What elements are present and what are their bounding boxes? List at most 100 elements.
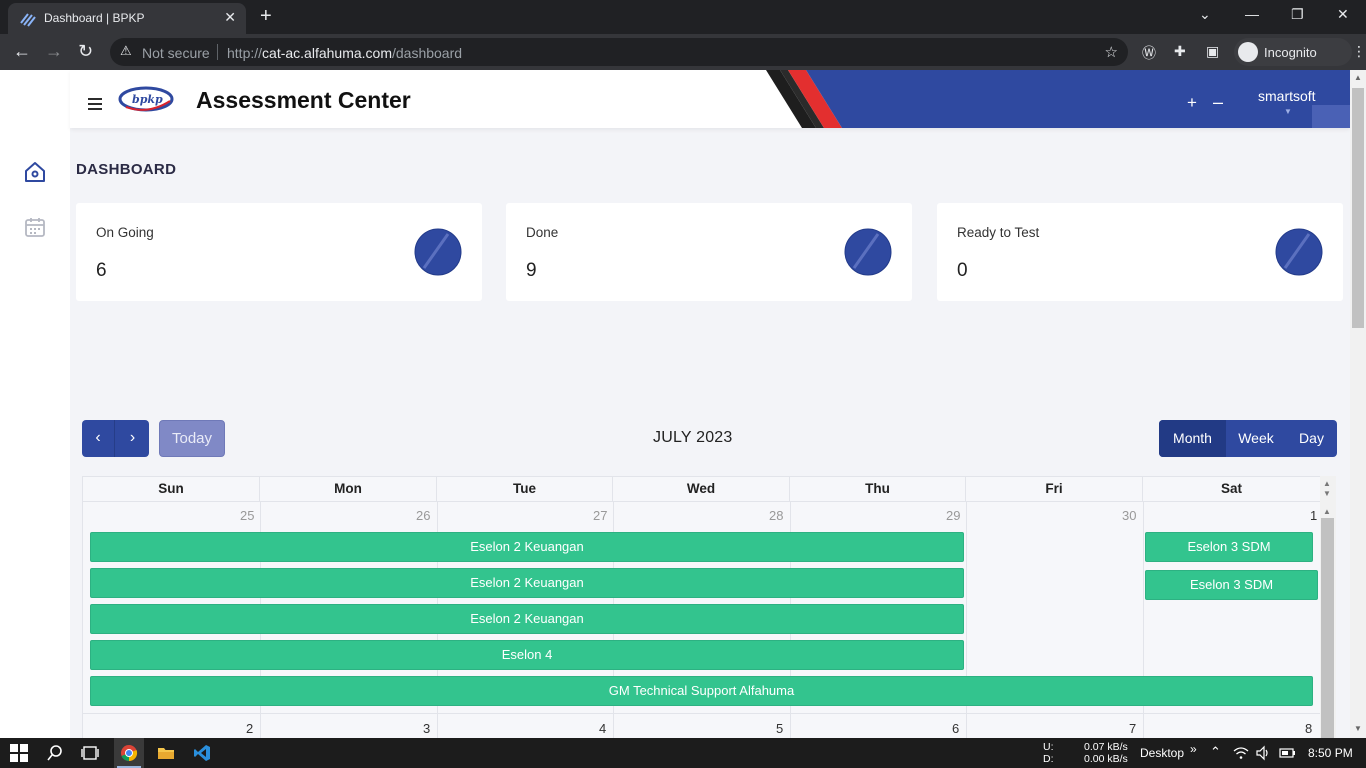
- home-icon[interactable]: [23, 160, 47, 184]
- bpkp-favicon-icon: [20, 13, 36, 27]
- extensions-puzzle-icon[interactable]: ✚: [1174, 43, 1186, 60]
- user-menu[interactable]: smartsoft: [1258, 88, 1316, 104]
- date-cell[interactable]: 29: [946, 508, 960, 523]
- scroll-up-icon[interactable]: ▲: [1323, 479, 1331, 488]
- calendar-scrollbar[interactable]: ▲ ▼ ▲: [1320, 476, 1336, 738]
- calendar-event[interactable]: Eselon 3 SDM: [1145, 532, 1313, 562]
- minimize-icon[interactable]: —: [1245, 6, 1259, 22]
- browser-toolbar: ← → ↻ ⚠ Not secure http://cat-ac.alfahum…: [0, 34, 1366, 70]
- tab-search-icon[interactable]: ⌄: [1199, 6, 1211, 23]
- bpkp-logo: bpkp: [118, 86, 174, 112]
- date-cell[interactable]: 1: [1310, 508, 1317, 523]
- toolbar-overflow-icon[interactable]: »: [1190, 742, 1197, 756]
- week-divider: [83, 713, 1321, 714]
- search-icon[interactable]: [46, 744, 64, 762]
- url-text[interactable]: http://cat-ac.alfahuma.com/dashboard: [227, 45, 462, 61]
- show-hidden-icons-icon[interactable]: ⌃: [1210, 744, 1221, 760]
- net-down-label: D:: [1043, 753, 1054, 765]
- calendar-title: JULY 2023: [653, 429, 733, 446]
- scroll-up-icon[interactable]: ▲: [1323, 507, 1331, 516]
- address-bar[interactable]: ⚠ Not secure http://cat-ac.alfahuma.com/…: [110, 38, 1128, 66]
- scroll-down-icon[interactable]: ▼: [1354, 724, 1362, 733]
- menu-toggle-icon[interactable]: [88, 98, 102, 110]
- date-cell[interactable]: 3: [423, 721, 430, 736]
- address-divider: [217, 44, 218, 60]
- volume-icon[interactable]: [1255, 745, 1271, 761]
- date-cell[interactable]: 2: [246, 721, 253, 736]
- day-header-sun: Sun: [83, 477, 260, 502]
- view-week-button[interactable]: Week: [1226, 420, 1286, 457]
- date-cell[interactable]: 8: [1305, 721, 1312, 736]
- bookmark-star-icon[interactable]: ☆: [1105, 43, 1118, 61]
- chrome-icon[interactable]: [120, 744, 138, 762]
- page-scrollbar[interactable]: ▲ ▼: [1350, 70, 1366, 738]
- date-cell[interactable]: 25: [240, 508, 254, 523]
- task-view-icon[interactable]: [81, 744, 99, 762]
- calendar-event[interactable]: Eselon 2 Keuangan: [90, 604, 964, 634]
- side-panel-icon[interactable]: ▣: [1206, 43, 1219, 60]
- today-button[interactable]: Today: [159, 420, 225, 457]
- scroll-up-icon[interactable]: ▲: [1354, 73, 1362, 82]
- prev-month-button[interactable]: ‹: [82, 420, 115, 457]
- calendar-nav-group: ‹ ›: [82, 420, 149, 457]
- view-switcher: Month Week Day: [1159, 420, 1337, 457]
- url-host: cat-ac.alfahuma.com: [262, 45, 392, 61]
- wifi-icon[interactable]: [1233, 745, 1249, 761]
- incognito-label: Incognito: [1264, 45, 1317, 60]
- net-labels: U: D:: [1043, 741, 1054, 765]
- warning-icon[interactable]: ⚠: [120, 43, 132, 59]
- url-path: /dashboard: [391, 45, 463, 61]
- zoom-in-button[interactable]: +: [1187, 93, 1197, 113]
- calendar-icon[interactable]: [24, 216, 46, 238]
- calendar-event[interactable]: GM Technical Support Alfahuma: [90, 676, 1313, 706]
- windows-start-icon[interactable]: [10, 744, 28, 762]
- date-cell[interactable]: 28: [769, 508, 783, 523]
- date-cell[interactable]: 26: [416, 508, 430, 523]
- date-cell[interactable]: 5: [776, 721, 783, 736]
- date-cell[interactable]: 4: [599, 721, 606, 736]
- forward-icon[interactable]: →: [45, 41, 63, 62]
- date-cell[interactable]: 7: [1129, 721, 1136, 736]
- browser-menu-icon[interactable]: ⋮: [1352, 43, 1366, 60]
- user-panel-toggle[interactable]: [1312, 105, 1350, 128]
- calendar-event[interactable]: Eselon 4: [90, 640, 964, 670]
- back-icon[interactable]: ←: [13, 41, 31, 62]
- vscode-icon[interactable]: [193, 744, 211, 762]
- zoom-out-button[interactable]: –: [1213, 92, 1223, 113]
- view-month-button[interactable]: Month: [1159, 420, 1226, 457]
- browser-tab[interactable]: Dashboard | BPKP ✕: [8, 3, 246, 34]
- stat-card-ongoing: On Going 6: [76, 203, 482, 301]
- desktop-toolbar[interactable]: Desktop: [1140, 746, 1184, 760]
- date-cell[interactable]: 27: [593, 508, 607, 523]
- calendar-event[interactable]: Eselon 3 SDM: [1145, 570, 1318, 600]
- logo-text: bpkp: [132, 93, 163, 106]
- scrollbar-thumb[interactable]: [1321, 518, 1334, 738]
- day-header-wed: Wed: [613, 477, 790, 502]
- browser-tab-strip: Dashboard | BPKP ✕ + ⌄ — ❐ ✕: [0, 0, 1366, 34]
- date-cell[interactable]: 30: [1122, 508, 1136, 523]
- clock[interactable]: 8:50 PM: [1308, 746, 1353, 760]
- security-label[interactable]: Not secure: [142, 45, 210, 61]
- incognito-badge[interactable]: Incognito: [1234, 38, 1352, 66]
- reload-icon[interactable]: ↻: [78, 41, 93, 62]
- tab-close-icon[interactable]: ✕: [224, 9, 236, 26]
- day-header-sat: Sat: [1143, 477, 1321, 502]
- restore-icon[interactable]: ❐: [1291, 6, 1304, 23]
- extension-w-icon[interactable]: Ⓦ: [1142, 43, 1156, 63]
- day-header-mon: Mon: [260, 477, 437, 502]
- calendar-event[interactable]: Eselon 2 Keuangan: [90, 532, 964, 562]
- date-cell[interactable]: 6: [952, 721, 959, 736]
- url-scheme: http://: [227, 45, 263, 61]
- window-close-icon[interactable]: ✕: [1337, 6, 1349, 23]
- user-caret-icon[interactable]: ▼: [1284, 107, 1292, 116]
- next-month-button[interactable]: ›: [116, 420, 149, 457]
- net-up-value: 0.07 kB/s: [1084, 741, 1128, 753]
- calendar-event[interactable]: Eselon 2 Keuangan: [90, 568, 964, 598]
- file-explorer-icon[interactable]: [157, 744, 175, 762]
- scrollbar-thumb[interactable]: [1352, 88, 1364, 328]
- view-day-button[interactable]: Day: [1286, 420, 1337, 457]
- scroll-down-icon[interactable]: ▼: [1323, 489, 1331, 498]
- new-tab-icon[interactable]: +: [260, 5, 272, 28]
- battery-icon[interactable]: [1278, 745, 1296, 761]
- stat-label: On Going: [96, 225, 154, 240]
